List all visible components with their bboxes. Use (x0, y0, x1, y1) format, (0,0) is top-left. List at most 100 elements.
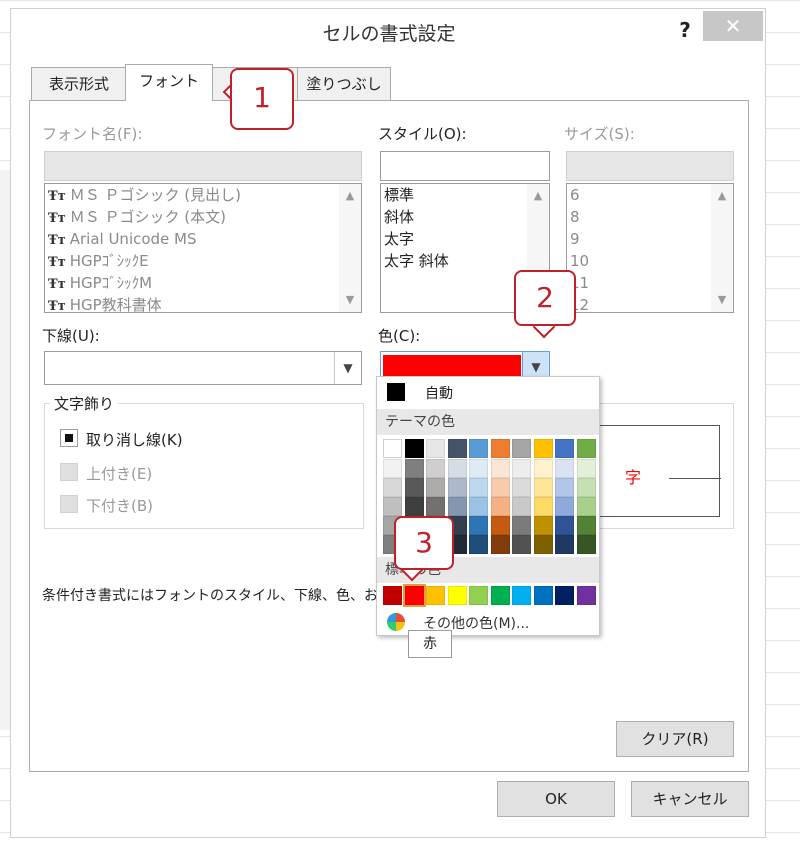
theme-shade-swatch[interactable] (490, 535, 510, 554)
tab-number[interactable]: 表示形式 (31, 67, 127, 101)
theme-color-swatch[interactable] (533, 439, 553, 458)
tab-fill[interactable]: 塗りつぶし (297, 67, 391, 101)
subscript-label[interactable]: 下付き(B) (86, 495, 153, 516)
theme-shade-swatch[interactable] (426, 478, 445, 497)
theme-shade-swatch[interactable] (469, 478, 488, 497)
theme-shade-swatch[interactable] (490, 459, 510, 478)
standard-color-swatch[interactable] (383, 586, 402, 605)
theme-shade-swatch[interactable] (512, 478, 531, 497)
standard-color-swatch[interactable] (512, 586, 531, 605)
theme-color-swatch[interactable] (383, 439, 402, 458)
theme-color-swatch[interactable] (555, 439, 574, 458)
theme-shade-swatch[interactable] (469, 535, 488, 554)
theme-shade-swatch[interactable] (555, 535, 574, 554)
theme-shade-swatch[interactable] (512, 497, 531, 516)
theme-shade-swatch[interactable] (447, 478, 467, 497)
theme-shade-swatch[interactable] (512, 516, 531, 535)
standard-color-swatch[interactable] (533, 586, 553, 605)
list-item[interactable]: 標準 (381, 184, 549, 206)
list-item[interactable]: 12 (567, 294, 733, 312)
scroll-down-icon[interactable]: ▼ (711, 290, 733, 310)
theme-shade-swatch[interactable] (383, 459, 402, 478)
theme-shade-swatch[interactable] (576, 516, 596, 535)
theme-shade-swatch[interactable] (512, 535, 531, 554)
list-item[interactable]: 10 (567, 250, 733, 272)
theme-shade-swatch[interactable] (555, 497, 574, 516)
scroll-down-icon[interactable]: ▼ (339, 290, 361, 310)
theme-shade-swatch[interactable] (426, 497, 445, 516)
theme-color-swatch[interactable] (490, 439, 510, 458)
list-item[interactable]: Ŧт HGPｺﾞｼｯｸM (45, 272, 361, 294)
standard-color-swatch[interactable] (555, 586, 574, 605)
strikethrough-label[interactable]: 取り消し線(K) (86, 429, 183, 450)
size-list[interactable]: 6 8 9 10 11 12 ▲ ▼ (566, 183, 734, 313)
style-input[interactable] (380, 151, 550, 181)
theme-shade-swatch[interactable] (533, 535, 553, 554)
theme-shade-swatch[interactable] (576, 497, 596, 516)
theme-shade-swatch[interactable] (404, 459, 424, 478)
theme-shade-swatch[interactable] (490, 516, 510, 535)
subscript-checkbox[interactable] (60, 495, 78, 513)
list-item[interactable]: 11 (567, 272, 733, 294)
list-item[interactable]: 8 (567, 206, 733, 228)
theme-shade-swatch[interactable] (383, 478, 402, 497)
theme-color-swatch[interactable] (447, 439, 467, 458)
theme-shade-swatch[interactable] (576, 535, 596, 554)
list-item[interactable]: Ŧт ＭＳ Ｐゴシック (見出し) (45, 184, 361, 206)
superscript-label[interactable]: 上付き(E) (86, 463, 152, 484)
theme-color-swatch[interactable] (426, 439, 445, 458)
list-item[interactable]: Ŧт HGPｺﾞｼｯｸE (45, 250, 361, 272)
theme-color-swatch[interactable] (512, 439, 531, 458)
clear-button[interactable]: クリア(R) (616, 721, 734, 757)
theme-shade-swatch[interactable] (512, 459, 531, 478)
font-list-scrollbar[interactable]: ▲ ▼ (339, 184, 361, 312)
scroll-up-icon[interactable]: ▲ (527, 186, 549, 206)
font-name-list[interactable]: Ŧт ＭＳ Ｐゴシック (見出し) Ŧт ＭＳ Ｐゴシック (本文) Ŧт Arial… (44, 183, 362, 313)
list-item[interactable]: 斜体 (381, 206, 549, 228)
standard-color-swatch-selected[interactable] (402, 584, 426, 607)
theme-shade-swatch[interactable] (576, 459, 596, 478)
theme-shade-swatch[interactable] (447, 497, 467, 516)
underline-select[interactable]: ▼ (44, 351, 362, 385)
ok-button[interactable]: OK (497, 781, 615, 817)
theme-shade-swatch[interactable] (490, 478, 510, 497)
theme-shade-swatch[interactable] (533, 478, 553, 497)
scroll-up-icon[interactable]: ▲ (339, 186, 361, 206)
theme-color-swatch[interactable] (469, 439, 488, 458)
close-button[interactable]: ✕ (703, 11, 763, 41)
theme-shade-swatch[interactable] (555, 516, 574, 535)
chevron-down-icon[interactable]: ▼ (334, 352, 361, 384)
theme-shade-swatch[interactable] (533, 459, 553, 478)
standard-color-swatch[interactable] (426, 586, 445, 605)
theme-shade-swatch[interactable] (426, 459, 445, 478)
auto-color-option[interactable]: 自動 (377, 377, 599, 407)
theme-shade-swatch[interactable] (555, 459, 574, 478)
size-list-scrollbar[interactable]: ▲ ▼ (711, 184, 733, 312)
theme-shade-swatch[interactable] (576, 478, 596, 497)
size-input[interactable] (566, 151, 734, 181)
font-name-input[interactable] (44, 151, 362, 181)
cancel-button[interactable]: キャンセル (631, 781, 749, 817)
theme-shade-swatch[interactable] (469, 516, 488, 535)
standard-color-swatch[interactable] (469, 586, 488, 605)
theme-shade-swatch[interactable] (555, 478, 574, 497)
theme-shade-swatch[interactable] (490, 497, 510, 516)
superscript-checkbox[interactable] (60, 463, 78, 481)
theme-shade-swatch[interactable] (533, 516, 553, 535)
list-item[interactable]: Ŧт Arial Unicode MS (45, 228, 361, 250)
list-item[interactable]: 6 (567, 184, 733, 206)
theme-shade-swatch[interactable] (404, 497, 424, 516)
theme-shade-swatch[interactable] (469, 497, 488, 516)
standard-color-swatch[interactable] (576, 586, 596, 605)
theme-shade-swatch[interactable] (404, 478, 424, 497)
theme-color-swatch[interactable] (576, 439, 596, 458)
list-item[interactable]: 9 (567, 228, 733, 250)
list-item[interactable]: 太字 (381, 228, 549, 250)
theme-color-swatch[interactable] (404, 439, 424, 458)
list-item[interactable]: 太字 斜体 (381, 250, 549, 272)
theme-shade-swatch[interactable] (383, 497, 402, 516)
help-button[interactable]: ? (671, 15, 699, 45)
list-item[interactable]: Ŧт ＭＳ Ｐゴシック (本文) (45, 206, 361, 228)
standard-color-swatch[interactable] (490, 586, 510, 605)
standard-color-swatch[interactable] (447, 586, 467, 605)
